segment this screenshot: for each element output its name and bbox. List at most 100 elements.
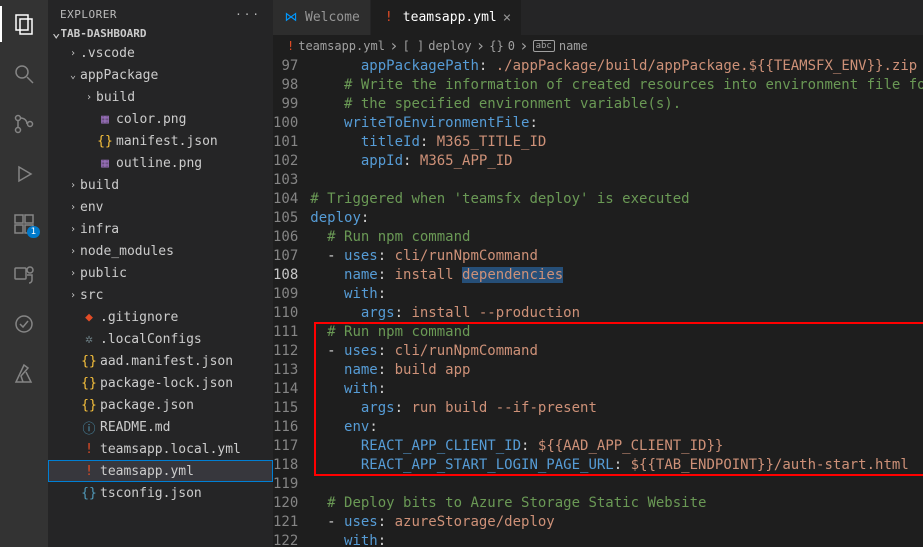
file-icon: ! xyxy=(80,464,98,479)
code-area[interactable]: appPackagePath: ./appPackage/build/appPa… xyxy=(310,57,923,547)
tab-teamsapp[interactable]: ! teamsapp.yml × xyxy=(371,0,522,35)
tab-label: teamsapp.yml xyxy=(403,10,497,25)
line-number: 122 xyxy=(273,532,298,547)
file-icon: ⓘ xyxy=(80,418,98,437)
tree-item[interactable]: ✲.localConfigs xyxy=(48,328,273,350)
azure-icon[interactable] xyxy=(0,356,48,392)
line-number: 111 xyxy=(273,323,298,342)
explorer-icon[interactable] xyxy=(0,6,48,42)
tree-item[interactable]: ⓘREADME.md xyxy=(48,416,273,438)
sidebar-title: EXPLORER xyxy=(60,8,117,21)
chevron-right-icon xyxy=(389,39,399,53)
debug-icon[interactable] xyxy=(0,156,48,192)
line-number: 99 xyxy=(273,95,298,114)
chevron-icon: › xyxy=(66,180,80,191)
vscode-icon: ⋈ xyxy=(283,10,299,25)
code-line: with: xyxy=(310,380,923,399)
line-number: 118 xyxy=(273,456,298,475)
tree-item-label: teamsapp.yml xyxy=(100,464,194,479)
line-number: 110 xyxy=(273,304,298,323)
chevron-icon: › xyxy=(66,290,80,301)
tree-item-label: build xyxy=(80,178,119,193)
file-tree: ›.vscode⌄appPackage›build▦color.png{}man… xyxy=(48,42,273,547)
code-line: args: run build --if-present xyxy=(310,399,923,418)
file-icon: ▦ xyxy=(96,112,114,127)
code-line: # Run npm command xyxy=(310,228,923,247)
line-number: 117 xyxy=(273,437,298,456)
yaml-icon: ! xyxy=(381,10,397,25)
code-line: # Write the information of created resou… xyxy=(310,76,923,95)
search-icon[interactable] xyxy=(0,56,48,92)
chevron-icon: › xyxy=(66,48,80,59)
chevron-icon: › xyxy=(66,202,80,213)
file-icon: {} xyxy=(80,376,98,391)
tree-item-label: manifest.json xyxy=(116,134,218,149)
tree-item-label: public xyxy=(80,266,127,281)
extensions-icon[interactable]: 1 xyxy=(0,206,48,242)
tree-item[interactable]: ›infra xyxy=(48,218,273,240)
tree-item[interactable]: {}aad.manifest.json xyxy=(48,350,273,372)
tree-item[interactable]: ›src xyxy=(48,284,273,306)
code-line: appPackagePath: ./appPackage/build/appPa… xyxy=(310,57,923,76)
chevron-down-icon xyxy=(52,27,60,40)
line-number: 105 xyxy=(273,209,298,228)
tree-item[interactable]: ▦outline.png xyxy=(48,152,273,174)
chevron-icon: ⌄ xyxy=(66,70,80,81)
code-line: env: xyxy=(310,418,923,437)
code-editor[interactable]: 9798991001011021031041051061071081091101… xyxy=(273,57,923,547)
object-icon: {} xyxy=(489,39,503,53)
breadcrumb-segment: 0 xyxy=(508,39,515,53)
code-line xyxy=(310,475,923,494)
sidebar-header: EXPLORER ··· xyxy=(48,0,273,25)
tree-item[interactable]: !teamsapp.local.yml xyxy=(48,438,273,460)
tree-item-label: .vscode xyxy=(80,46,135,61)
breadcrumb-file: teamsapp.yml xyxy=(298,39,385,53)
tree-item-label: package-lock.json xyxy=(100,376,233,391)
code-line: args: install --production xyxy=(310,304,923,323)
tree-item[interactable]: {}tsconfig.json xyxy=(48,482,273,504)
tree-item-label: node_modules xyxy=(80,244,174,259)
source-control-icon[interactable] xyxy=(0,106,48,142)
testing-icon[interactable] xyxy=(0,306,48,342)
string-icon: abc xyxy=(533,40,555,52)
tree-item[interactable]: ◆.gitignore xyxy=(48,306,273,328)
line-number: 100 xyxy=(273,114,298,133)
file-icon: ◆ xyxy=(80,310,98,325)
tree-item[interactable]: ›build xyxy=(48,86,273,108)
tree-item-label: .gitignore xyxy=(100,310,178,325)
tree-item[interactable]: ▦color.png xyxy=(48,108,273,130)
tab-bar: ⋈ Welcome ! teamsapp.yml × xyxy=(273,0,923,35)
breadcrumb[interactable]: ! teamsapp.yml [ ] deploy {} 0 abc name xyxy=(273,35,923,57)
line-number: 106 xyxy=(273,228,298,247)
close-icon[interactable]: × xyxy=(503,10,511,26)
chevron-icon: › xyxy=(82,92,96,103)
tree-item[interactable]: ›node_modules xyxy=(48,240,273,262)
array-icon: [ ] xyxy=(403,39,425,53)
breadcrumb-segment: name xyxy=(559,39,588,53)
tree-item[interactable]: {}manifest.json xyxy=(48,130,273,152)
activity-bar: 1 xyxy=(0,0,48,547)
line-number: 120 xyxy=(273,494,298,513)
tree-item-label: color.png xyxy=(116,112,186,127)
tree-item[interactable]: ›.vscode xyxy=(48,42,273,64)
teams-icon[interactable] xyxy=(0,256,48,292)
tree-item[interactable]: !teamsapp.yml xyxy=(48,460,273,482)
tree-item-label: package.json xyxy=(100,398,194,413)
line-number: 103 xyxy=(273,171,298,190)
line-number: 114 xyxy=(273,380,298,399)
tree-item-label: appPackage xyxy=(80,68,158,83)
tree-item[interactable]: ⌄appPackage xyxy=(48,64,273,86)
tab-welcome[interactable]: ⋈ Welcome xyxy=(273,0,371,35)
tree-item[interactable]: ›env xyxy=(48,196,273,218)
tree-item[interactable]: {}package-lock.json xyxy=(48,372,273,394)
tree-item-label: outline.png xyxy=(116,156,202,171)
code-line: # Run npm command xyxy=(310,323,923,342)
tree-item[interactable]: ›build xyxy=(48,174,273,196)
tree-item[interactable]: ›public xyxy=(48,262,273,284)
more-icon[interactable]: ··· xyxy=(235,8,261,21)
section-header[interactable]: TAB-DASHBOARD xyxy=(48,25,273,42)
line-number: 102 xyxy=(273,152,298,171)
tree-item[interactable]: {}package.json xyxy=(48,394,273,416)
code-line: with: xyxy=(310,285,923,304)
line-number: 112 xyxy=(273,342,298,361)
